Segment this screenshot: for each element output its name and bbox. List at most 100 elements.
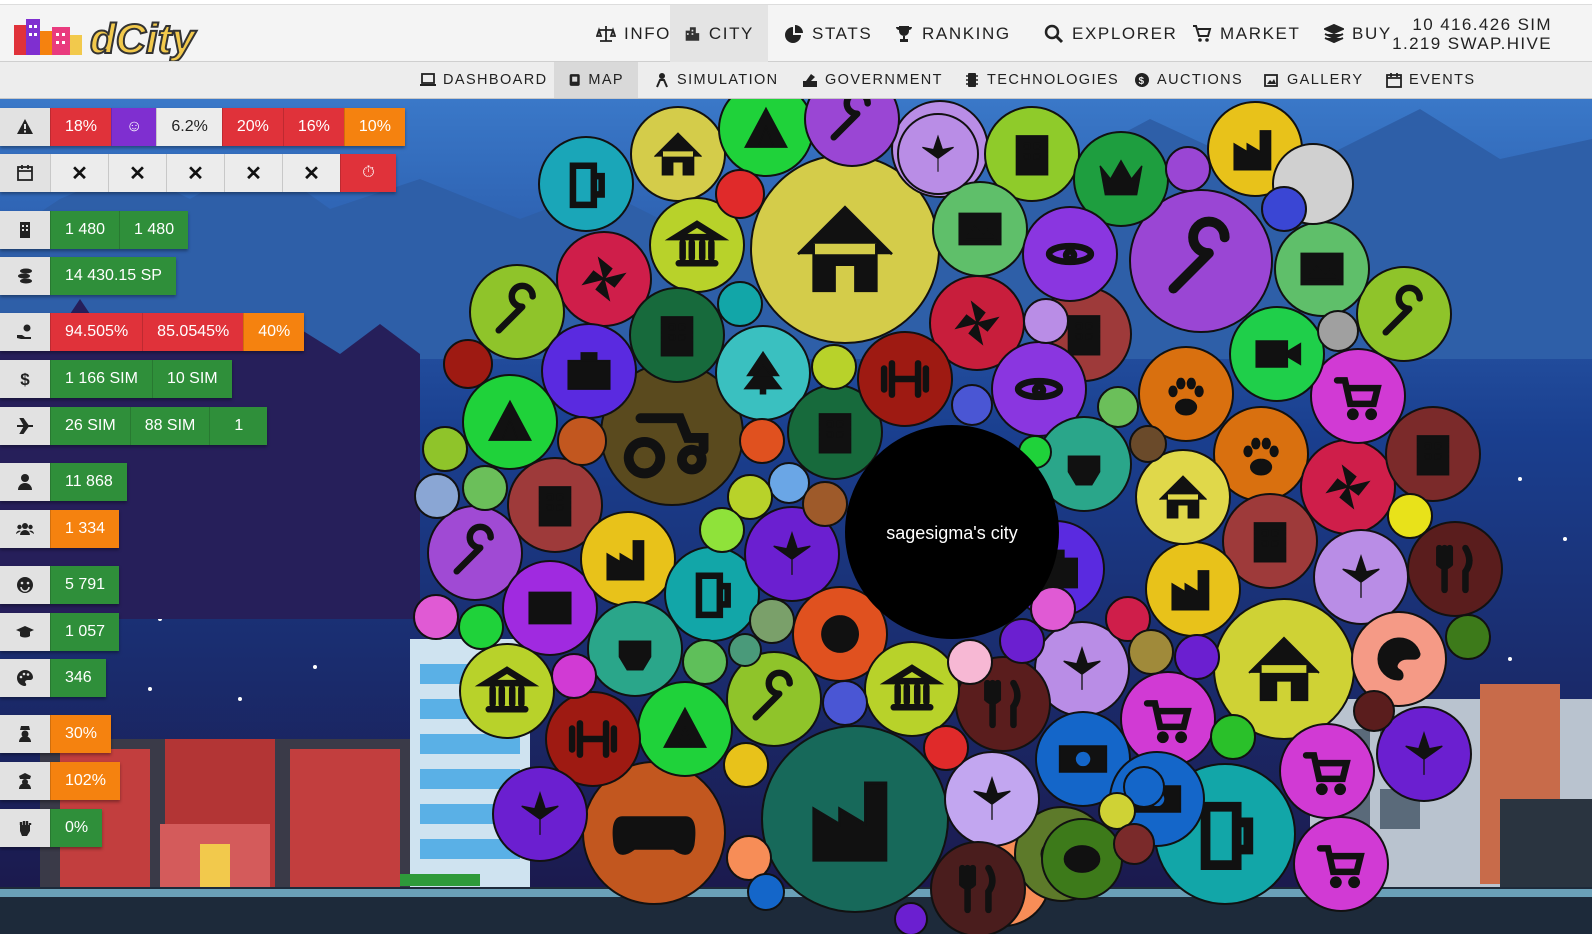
building-building-bubble[interactable] <box>629 287 725 383</box>
event-slot-1[interactable]: ✕ <box>50 154 108 192</box>
stat-population: 11 868 <box>50 463 127 501</box>
mini-building-bubble[interactable] <box>551 653 597 699</box>
mini-building-bubble[interactable] <box>1445 614 1491 660</box>
mini-building-bubble[interactable] <box>413 594 459 640</box>
mini-building-bubble[interactable] <box>715 169 765 219</box>
mini-building-bubble[interactable] <box>1097 386 1139 428</box>
mini-building-bubble[interactable] <box>723 742 769 788</box>
briefcase-building-bubble[interactable] <box>541 323 637 419</box>
cart-building-bubble[interactable] <box>1310 348 1406 444</box>
mini-building-bubble[interactable] <box>728 633 762 667</box>
mini-building-bubble[interactable] <box>443 339 493 389</box>
fork-building-bubble[interactable] <box>1407 521 1503 617</box>
building-icon <box>0 211 50 249</box>
house-building-bubble[interactable] <box>1135 449 1231 545</box>
image-building-bubble[interactable] <box>932 181 1028 277</box>
mini-building-bubble[interactable] <box>557 416 607 466</box>
mini-building-bubble[interactable] <box>1129 425 1167 463</box>
tab-government[interactable]: GOVERNMENT <box>788 62 957 98</box>
clock-icon[interactable]: ⏱ <box>340 154 396 192</box>
mini-building-bubble[interactable] <box>1174 634 1220 680</box>
dumbbell-building-bubble[interactable] <box>857 331 953 427</box>
stat-row-population: 11 868 <box>0 463 127 501</box>
mini-building-bubble[interactable] <box>747 873 785 911</box>
stat-tax-3: 40% <box>243 313 305 351</box>
beer-building-bubble[interactable] <box>538 136 634 232</box>
mini-building-bubble[interactable] <box>999 618 1045 664</box>
atom-building-bubble[interactable] <box>1022 206 1118 302</box>
mini-building-bubble[interactable] <box>811 344 857 390</box>
cart-building-bubble[interactable] <box>1120 671 1216 767</box>
mini-building-bubble[interactable] <box>458 604 504 650</box>
leaf-building-bubble[interactable] <box>1313 529 1409 625</box>
video-building-bubble[interactable] <box>1229 306 1325 402</box>
mini-building-bubble[interactable] <box>1113 823 1155 865</box>
nav-explorer[interactable]: EXPLORER <box>1030 5 1191 62</box>
tent-building-bubble[interactable] <box>462 374 558 470</box>
nav-city[interactable]: CITY <box>670 5 768 62</box>
mini-building-bubble[interactable] <box>1023 298 1069 344</box>
mini-building-bubble[interactable] <box>414 473 460 519</box>
nav-ranking-label: RANKING <box>922 23 1011 43</box>
fan-building-bubble[interactable] <box>1300 439 1396 535</box>
tab-auctions[interactable]: $ AUCTIONS <box>1120 62 1257 98</box>
tab-events[interactable]: EVENTS <box>1372 62 1489 98</box>
simulation-icon <box>656 73 668 88</box>
mini-building-bubble[interactable] <box>1261 186 1307 232</box>
wrench-building-bubble[interactable] <box>1356 266 1452 362</box>
mini-building-bubble[interactable] <box>422 426 468 472</box>
tab-gallery[interactable]: GALLERY <box>1250 62 1377 98</box>
event-slot-4[interactable]: ✕ <box>224 154 282 192</box>
nav-ranking[interactable]: RANKING <box>880 5 1025 62</box>
cart-building-bubble[interactable] <box>1293 816 1389 912</box>
mini-building-bubble[interactable] <box>1128 629 1174 675</box>
bank-building-bubble[interactable] <box>864 641 960 737</box>
factory-building-bubble[interactable] <box>1145 541 1241 637</box>
balance-sim: 10 416.426 SIM <box>1412 15 1552 34</box>
nav-stats-label: STATS <box>812 23 873 43</box>
mini-building-bubble[interactable] <box>717 281 763 327</box>
image-building-bubble[interactable] <box>1274 221 1370 317</box>
mini-building-bubble[interactable] <box>462 465 508 511</box>
mini-building-bubble[interactable] <box>1210 714 1256 760</box>
tent-building-bubble[interactable] <box>637 681 733 777</box>
mini-building-bubble[interactable] <box>1353 690 1395 732</box>
mini-building-bubble[interactable] <box>699 507 745 553</box>
event-slot-2[interactable]: ✕ <box>108 154 166 192</box>
nav-stats[interactable]: STATS <box>770 5 886 62</box>
mini-building-bubble[interactable] <box>923 725 969 771</box>
mini-building-bubble[interactable] <box>1165 146 1211 192</box>
event-slot-3[interactable]: ✕ <box>166 154 224 192</box>
nav-market[interactable]: MARKET <box>1178 5 1314 62</box>
mini-building-bubble[interactable] <box>682 639 728 685</box>
mini-building-bubble[interactable] <box>894 902 928 934</box>
fork-building-bubble[interactable] <box>930 841 1026 934</box>
bank-building-bubble[interactable] <box>459 643 555 739</box>
house-building-bubble[interactable] <box>630 106 726 202</box>
leaf-building-bubble[interactable] <box>897 113 979 195</box>
tab-technologies[interactable]: TECHNOLOGIES <box>950 62 1133 98</box>
mini-building-bubble[interactable] <box>1317 310 1359 352</box>
wallet-balance[interactable]: 10 416.426 SIM 1.219 SWAP.HIVE <box>1392 15 1552 53</box>
tab-map[interactable]: MAP <box>554 62 638 98</box>
mini-building-bubble[interactable] <box>947 639 993 685</box>
event-slot-5[interactable]: ✕ <box>282 154 340 192</box>
fist-building-bubble[interactable] <box>587 601 683 697</box>
city-center-bubble[interactable]: sagesigma's city <box>845 425 1059 639</box>
mini-building-bubble[interactable] <box>749 598 795 644</box>
dcity-logo[interactable]: dCity <box>8 11 208 61</box>
pig-building-bubble[interactable] <box>1041 818 1123 900</box>
mini-building-bubble[interactable] <box>1387 493 1433 539</box>
cart-building-bubble[interactable] <box>1279 723 1375 819</box>
factory-building-bubble[interactable] <box>761 725 949 913</box>
mini-building-bubble[interactable] <box>822 680 868 726</box>
mini-building-bubble[interactable] <box>739 418 785 464</box>
mini-building-bubble[interactable] <box>768 462 810 504</box>
tab-simulation[interactable]: SIMULATION <box>640 62 793 98</box>
factory-building-bubble[interactable] <box>580 511 676 607</box>
tab-dashboard[interactable]: DASHBOARD <box>406 62 561 98</box>
mini-building-bubble[interactable] <box>951 384 993 426</box>
building-building-bubble[interactable] <box>1385 406 1481 502</box>
mini-building-bubble[interactable] <box>802 481 848 527</box>
leaf-building-bubble[interactable] <box>492 766 588 862</box>
